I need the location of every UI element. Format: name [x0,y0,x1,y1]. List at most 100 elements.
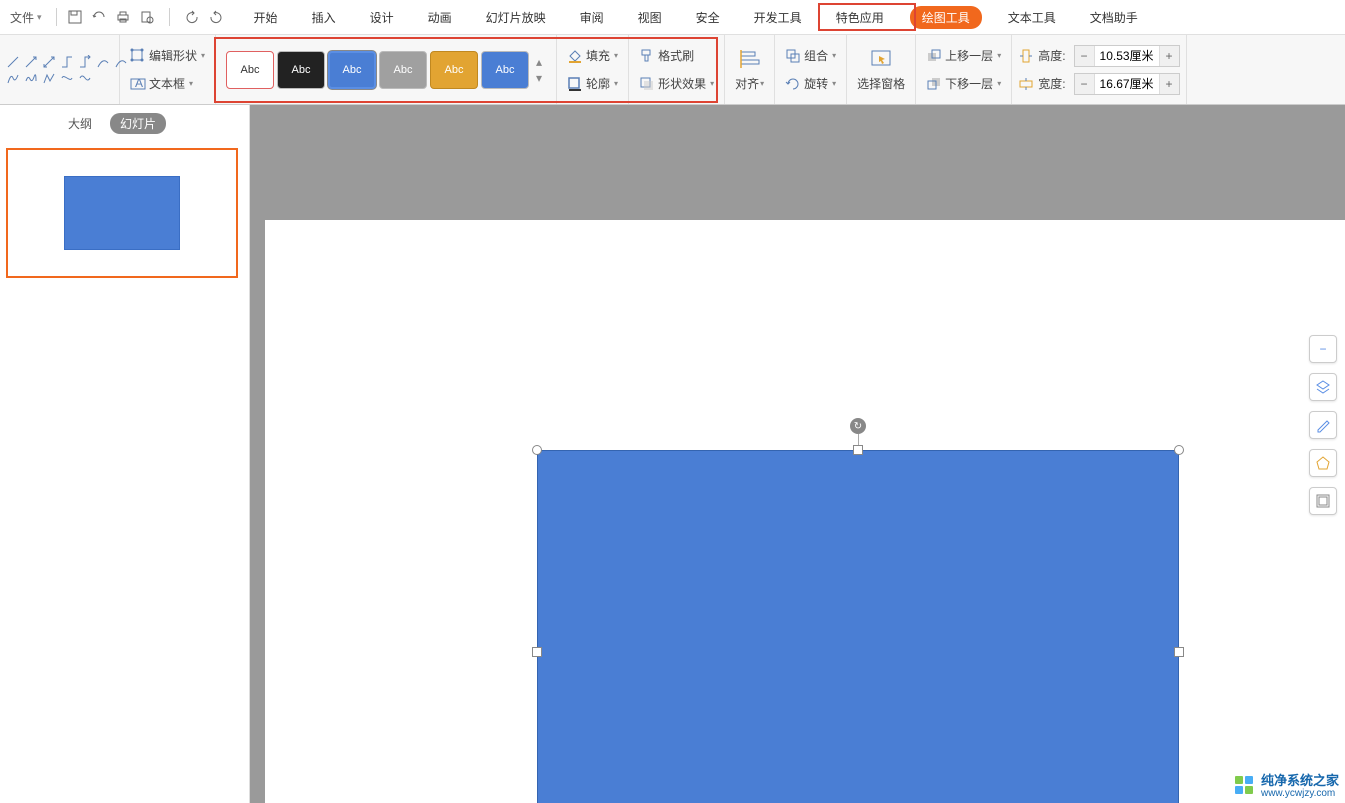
freeform-icon[interactable] [6,71,20,85]
send-backward-button[interactable]: 下移一层 ▾ [922,73,1005,94]
format-painter-button[interactable]: 格式刷 [635,45,698,66]
curve2-icon[interactable] [60,71,74,85]
tab-drawing-tools[interactable]: 绘图工具 [910,6,982,29]
shape-button[interactable] [1309,449,1337,477]
height-input[interactable] [1095,49,1159,63]
tab-developer[interactable]: 开发工具 [746,5,810,30]
arrange-group: 组合 ▾ 旋转 ▾ [775,35,847,104]
shapes-lines-group [0,35,120,104]
send-backward-icon [926,76,942,92]
collapse-button[interactable]: − [1309,335,1337,363]
file-menu[interactable]: 文件 ▾ [2,9,50,26]
tab-review[interactable]: 审阅 [572,5,612,30]
text-box-button[interactable]: A 文本框 ▾ [126,73,197,94]
undo-icon[interactable] [184,9,200,25]
slide-thumbnail-1[interactable] [6,148,238,278]
height-icon [1018,48,1034,64]
style-swatch-5[interactable]: Abc [430,51,478,89]
style-swatch-4[interactable]: Abc [379,51,427,89]
style-swatch-2[interactable]: Abc [277,51,325,89]
watermark-text: 纯净系统之家 www.ycwjzy.com [1261,774,1339,799]
style-swatch-3[interactable]: Abc [328,51,376,89]
order-group: 上移一层 ▾ 下移一层 ▾ [916,35,1012,104]
tab-slideshow[interactable]: 幻灯片放映 [478,5,554,30]
edit-shape-button[interactable]: 编辑形状 ▾ [126,45,209,66]
fill-outline-group: 填充 ▾ 轮廓 ▾ [557,35,629,104]
frame-icon [1315,493,1331,509]
style-swatch-6[interactable]: Abc [481,51,529,89]
lines-shapes-grid[interactable] [6,55,113,85]
width-plus-button[interactable]: + [1159,74,1179,94]
rotate-handle[interactable]: ↻ [850,418,866,434]
save-icon[interactable] [67,9,83,25]
bring-forward-button[interactable]: 上移一层 ▾ [922,45,1005,66]
panel-tabs: 大纲 幻灯片 [0,105,249,142]
width-label: 宽度: [1038,75,1065,92]
thumbnail-shape [64,176,180,250]
rectangle-shape[interactable] [537,450,1179,803]
scribble-icon[interactable] [24,71,38,85]
selected-shape[interactable]: ↻ [537,450,1179,803]
align-button[interactable]: 对齐▾ [731,46,768,94]
resize-handle-ml[interactable] [532,647,542,657]
resize-handle-tm[interactable] [853,445,863,455]
selection-pane-button[interactable]: 选择窗格 [853,46,909,94]
style-swatch-1[interactable]: Abc [226,51,274,89]
outline-tab[interactable]: 大纲 [60,113,100,134]
tab-view[interactable]: 视图 [630,5,670,30]
group-button[interactable]: 组合 ▾ [781,45,840,66]
shape-effects-icon [639,76,655,92]
line-shape-icon[interactable] [6,55,20,69]
resize-handle-mr[interactable] [1174,647,1184,657]
print-preview-icon[interactable] [139,9,155,25]
print-icon[interactable] [115,9,131,25]
outline-button[interactable]: 轮廓 ▾ [563,73,622,94]
frame-button[interactable] [1309,487,1337,515]
wave-icon[interactable] [78,71,92,85]
resize-handle-tr[interactable] [1174,445,1184,455]
tab-home[interactable]: 开始 [246,5,286,30]
slide-panel: 大纲 幻灯片 [0,105,250,803]
tab-design[interactable]: 设计 [362,5,402,30]
slide[interactable]: ↻ [265,220,1345,803]
pen-button[interactable] [1309,411,1337,439]
height-minus-button[interactable]: − [1075,46,1095,66]
elbow-arrow-icon[interactable] [78,55,92,69]
selection-pane-group: 选择窗格 [847,35,916,104]
watermark-title: 纯净系统之家 [1261,774,1339,788]
gallery-more-button[interactable]: ▴ ▾ [532,55,546,85]
resize-handle-tl[interactable] [532,445,542,455]
double-arrow-icon[interactable] [42,55,56,69]
edit-shape-label: 编辑形状 [149,47,197,64]
send-backward-label: 下移一层 [945,75,993,92]
rotate-label: 旋转 [804,75,828,92]
tab-insert[interactable]: 插入 [304,5,344,30]
height-plus-button[interactable]: + [1159,46,1179,66]
fill-button[interactable]: 填充 ▾ [563,45,622,66]
slides-tab[interactable]: 幻灯片 [110,113,166,134]
watermark-logo-icon [1233,774,1257,798]
bring-forward-icon [926,48,942,64]
width-minus-button[interactable]: − [1075,74,1095,94]
tab-doc-helper[interactable]: 文档助手 [1082,5,1146,30]
tab-special[interactable]: 特色应用 [828,5,892,30]
undo-redo-icon[interactable] [91,9,107,25]
width-input[interactable] [1095,77,1159,91]
redo-icon[interactable] [208,9,224,25]
shape-effects-button[interactable]: 形状效果 ▾ [635,73,718,94]
style-gallery: Abc Abc Abc Abc Abc Abc ▴ ▾ [222,45,550,95]
elbow-icon[interactable] [60,55,74,69]
align-icon [738,48,762,72]
chevron-down-icon: ▾ [37,12,42,23]
layers-button[interactable] [1309,373,1337,401]
tab-security[interactable]: 安全 [688,5,728,30]
arrow-shape-icon[interactable] [24,55,38,69]
rotate-button[interactable]: 旋转 ▾ [781,73,840,94]
tab-animation[interactable]: 动画 [420,5,460,30]
canvas-area[interactable]: ↻ − [250,105,1345,803]
file-menu-label: 文件 [10,9,34,26]
polyline-icon[interactable] [42,71,56,85]
tab-text-tools[interactable]: 文本工具 [1000,5,1064,30]
chevron-down-icon: ▾ [614,79,618,88]
curve-icon[interactable] [96,55,110,69]
